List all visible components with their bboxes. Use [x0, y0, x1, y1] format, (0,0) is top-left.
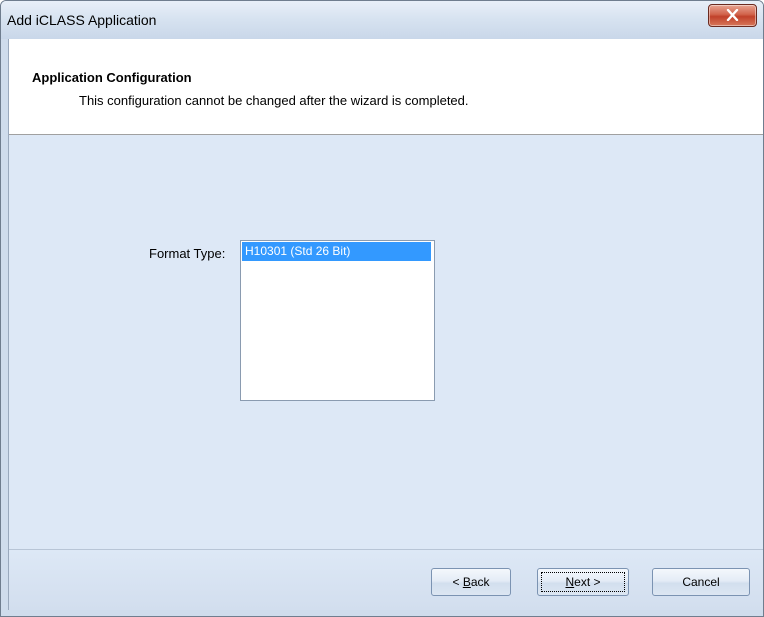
wizard-header: Application Configuration This configura… [9, 39, 763, 135]
next-button[interactable]: Next > [537, 568, 629, 596]
back-button-label: ack [470, 575, 490, 589]
focus-ring [541, 572, 625, 592]
title-bar[interactable]: Add iCLASS Application [1, 1, 763, 39]
format-type-label: Format Type: [149, 246, 226, 261]
close-x-icon [726, 9, 739, 21]
back-button[interactable]: < Back [431, 568, 511, 596]
format-type-option-selected[interactable]: H10301 (Std 26 Bit) [242, 242, 431, 261]
wizard-content: Format Type: H10301 (Std 26 Bit) [9, 135, 763, 549]
page-title: Application Configuration [32, 70, 192, 85]
format-type-listbox[interactable]: H10301 (Std 26 Bit) [240, 240, 435, 401]
wizard-window: Add iCLASS Application Application Confi… [0, 0, 764, 617]
back-button-accelerator: B [462, 575, 471, 589]
wizard-footer: < Back Next > Cancel [9, 550, 763, 610]
window-title: Add iCLASS Application [7, 12, 157, 28]
page-subtitle: This configuration cannot be changed aft… [79, 93, 469, 108]
back-button-prefix: < [452, 575, 463, 589]
cancel-button[interactable]: Cancel [652, 568, 750, 596]
close-button[interactable] [708, 4, 757, 27]
wizard-client-area: Application Configuration This configura… [8, 39, 763, 610]
